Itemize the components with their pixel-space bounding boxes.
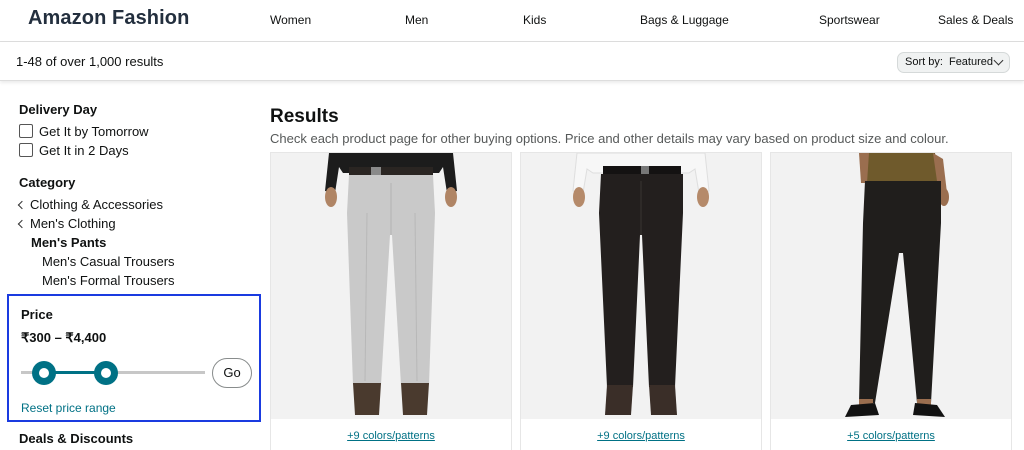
nav-sportswear[interactable]: Sportswear — [819, 13, 880, 27]
price-slider-max-handle[interactable] — [94, 361, 118, 385]
checkbox-label: Get It by Tomorrow — [39, 124, 149, 139]
category-clothing-accessories[interactable]: Clothing & Accessories — [17, 197, 163, 212]
reset-price-range-link[interactable]: Reset price range — [21, 401, 116, 415]
top-navigation-bar: Amazon Fashion Women Men Kids Bags & Lug… — [0, 0, 1024, 42]
price-heading: Price — [21, 307, 53, 322]
checkbox-label: Get It in 2 Days — [39, 143, 129, 158]
colors-patterns-link[interactable]: +9 colors/patterns — [271, 430, 511, 442]
chevron-down-icon — [993, 55, 1004, 66]
chevron-left-icon — [17, 219, 27, 229]
category-mens-formal-trousers[interactable]: Men's Formal Trousers — [42, 273, 175, 288]
checkbox-icon[interactable] — [19, 124, 33, 138]
checkbox-icon[interactable] — [19, 143, 33, 157]
category-label: Men's Clothing — [30, 216, 116, 231]
sort-value: Featured — [948, 56, 993, 68]
nav-sales-deals[interactable]: Sales & Deals — [938, 13, 1013, 27]
chevron-left-icon — [17, 200, 27, 210]
trousers-image — [521, 152, 761, 419]
results-title: Results — [270, 106, 339, 127]
product-image[interactable] — [771, 153, 1011, 419]
results-count: 1-48 of over 1,000 results — [16, 54, 164, 69]
trousers-image — [771, 153, 1011, 419]
sort-dropdown[interactable]: Sort by: Featured — [897, 52, 1010, 73]
nav-women[interactable]: Women — [270, 13, 311, 27]
sort-label: Sort by: — [905, 56, 943, 68]
nav-kids[interactable]: Kids — [523, 13, 546, 27]
category-mens-pants: Men's Pants — [31, 235, 107, 250]
trousers-image — [271, 153, 511, 419]
price-filter-panel: Price ₹300 – ₹4,400 Go Reset price range — [7, 294, 261, 422]
price-range-value: ₹300 – ₹4,400 — [21, 330, 107, 345]
delivery-day-heading: Delivery Day — [19, 102, 98, 117]
product-card[interactable]: +9 colors/patterns — [520, 152, 762, 450]
results-info-bar: 1-48 of over 1,000 results Sort by: Feat… — [0, 42, 1024, 81]
colors-patterns-link[interactable]: +9 colors/patterns — [521, 430, 761, 442]
category-label: Clothing & Accessories — [30, 197, 163, 212]
category-mens-casual-trousers[interactable]: Men's Casual Trousers — [42, 254, 175, 269]
brand-logo[interactable]: Amazon Fashion — [28, 7, 189, 30]
product-card[interactable]: +9 colors/patterns — [270, 152, 512, 450]
nav-men[interactable]: Men — [405, 13, 428, 27]
nav-bags-luggage[interactable]: Bags & Luggage — [640, 13, 729, 27]
product-card[interactable]: +5 colors/patterns — [770, 152, 1012, 450]
deals-discounts-heading: Deals & Discounts — [19, 431, 134, 446]
price-go-button[interactable]: Go — [212, 358, 252, 388]
price-slider-min-handle[interactable] — [32, 361, 56, 385]
results-subtitle: Check each product page for other buying… — [270, 131, 949, 146]
category-mens-clothing[interactable]: Men's Clothing — [17, 216, 116, 231]
category-heading: Category — [19, 175, 76, 190]
product-image[interactable] — [271, 153, 511, 419]
colors-patterns-link[interactable]: +5 colors/patterns — [771, 430, 1011, 442]
product-image[interactable] — [521, 152, 761, 419]
